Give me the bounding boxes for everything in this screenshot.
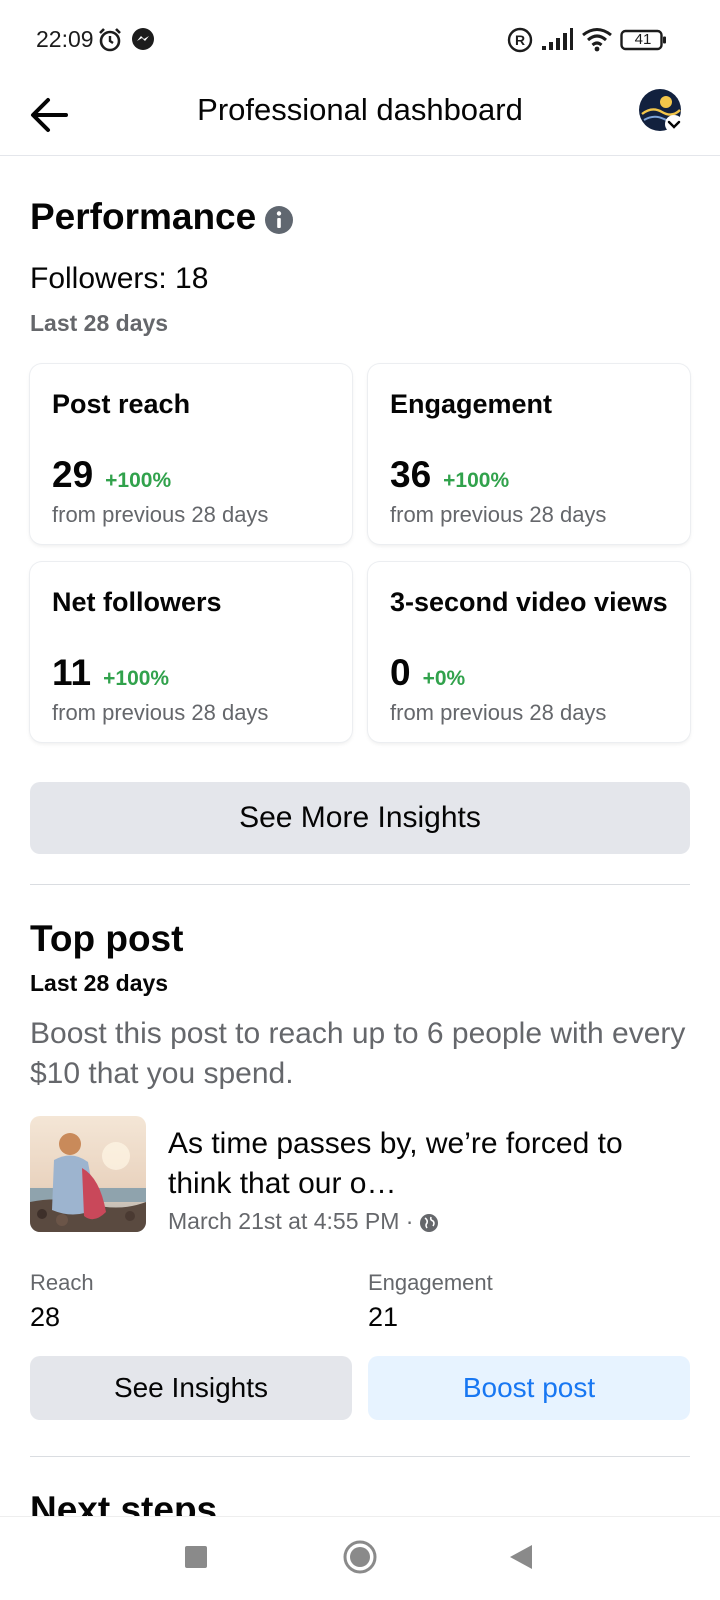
globe-icon xyxy=(419,1212,439,1232)
engagement-value: 21 xyxy=(368,1302,399,1332)
triangle-back-icon xyxy=(510,1545,532,1569)
section-divider xyxy=(30,884,690,885)
post-image xyxy=(30,1116,146,1232)
card-change: +100% xyxy=(443,469,510,492)
engagement-label: Engagement xyxy=(368,1270,493,1295)
card-subtitle: from previous 28 days xyxy=(52,502,269,527)
card-change: +0% xyxy=(422,667,466,690)
card-subtitle: from previous 28 days xyxy=(390,502,607,527)
card-title: 3-second video views xyxy=(390,587,668,617)
top-post-period: Last 28 days xyxy=(30,970,169,996)
svg-text:R: R xyxy=(515,32,525,48)
boost-description: Boost this post to reach up to 6 people … xyxy=(30,1017,686,1090)
home-button[interactable] xyxy=(342,1539,378,1580)
signal-icon xyxy=(540,26,574,59)
card-value: 11 xyxy=(52,652,92,693)
back-nav-button[interactable] xyxy=(508,1543,534,1576)
next-steps-title: Next steps xyxy=(30,1489,218,1518)
battery-level: 41 xyxy=(634,31,652,48)
recent-apps-button[interactable] xyxy=(184,1545,208,1574)
section-divider xyxy=(30,1456,690,1457)
post-date: March 21st at 4:55 PM · xyxy=(168,1208,414,1234)
wifi-icon xyxy=(580,26,614,59)
post-thumbnail[interactable] xyxy=(30,1116,146,1232)
top-post-title: Top post xyxy=(30,918,184,959)
followers-count: Followers: 18 xyxy=(30,262,209,295)
reach-label: Reach xyxy=(30,1270,94,1295)
card-subtitle: from previous 28 days xyxy=(390,700,607,725)
page-title: Professional dashboard xyxy=(197,92,523,127)
see-insights-button[interactable]: See Insights xyxy=(30,1356,352,1420)
card-value: 29 xyxy=(52,454,94,495)
see-more-insights-button[interactable]: See More Insights xyxy=(30,782,690,854)
card-value: 36 xyxy=(390,454,432,495)
post-meta: March 21st at 4:55 PM · xyxy=(168,1208,439,1235)
info-icon[interactable] xyxy=(264,202,294,234)
boost-post-button[interactable]: Boost post xyxy=(368,1356,690,1420)
stat-card-engagement[interactable]: Engagement 36 +100% from previous 28 day… xyxy=(368,364,690,544)
alarm-icon xyxy=(96,26,124,59)
performance-heading: Performance xyxy=(30,196,294,238)
reach-value: 28 xyxy=(30,1302,61,1332)
stat-card-post-reach[interactable]: Post reach 29 +100% from previous 28 day… xyxy=(30,364,352,544)
square-icon xyxy=(185,1546,207,1568)
card-value: 0 xyxy=(390,652,411,693)
performance-period: Last 28 days xyxy=(30,310,169,336)
card-title: Post reach xyxy=(52,389,191,419)
card-change: +100% xyxy=(103,667,170,690)
card-subtitle: from previous 28 days xyxy=(52,700,269,725)
stat-card-net-followers[interactable]: Net followers 11 +100% from previous 28 … xyxy=(30,562,352,742)
card-title: Engagement xyxy=(390,389,553,419)
stat-card-video-views[interactable]: 3-second video views 0 +0% from previous… xyxy=(368,562,690,742)
circle-icon xyxy=(343,1540,377,1574)
post-text[interactable]: As time passes by, we’re forced to think… xyxy=(168,1124,688,1204)
system-nav-bar xyxy=(0,1516,720,1600)
app-header: Professional dashboard xyxy=(0,80,720,156)
card-change: +100% xyxy=(105,469,172,492)
avatar-image xyxy=(639,89,683,133)
performance-title: Performance xyxy=(30,196,257,237)
registered-icon: R xyxy=(506,26,534,59)
status-bar: 22:09 R 41 xyxy=(0,0,720,80)
status-time: 22:09 xyxy=(36,26,94,52)
messenger-icon xyxy=(130,26,156,57)
profile-avatar[interactable] xyxy=(638,88,686,136)
card-title: Net followers xyxy=(52,587,222,617)
